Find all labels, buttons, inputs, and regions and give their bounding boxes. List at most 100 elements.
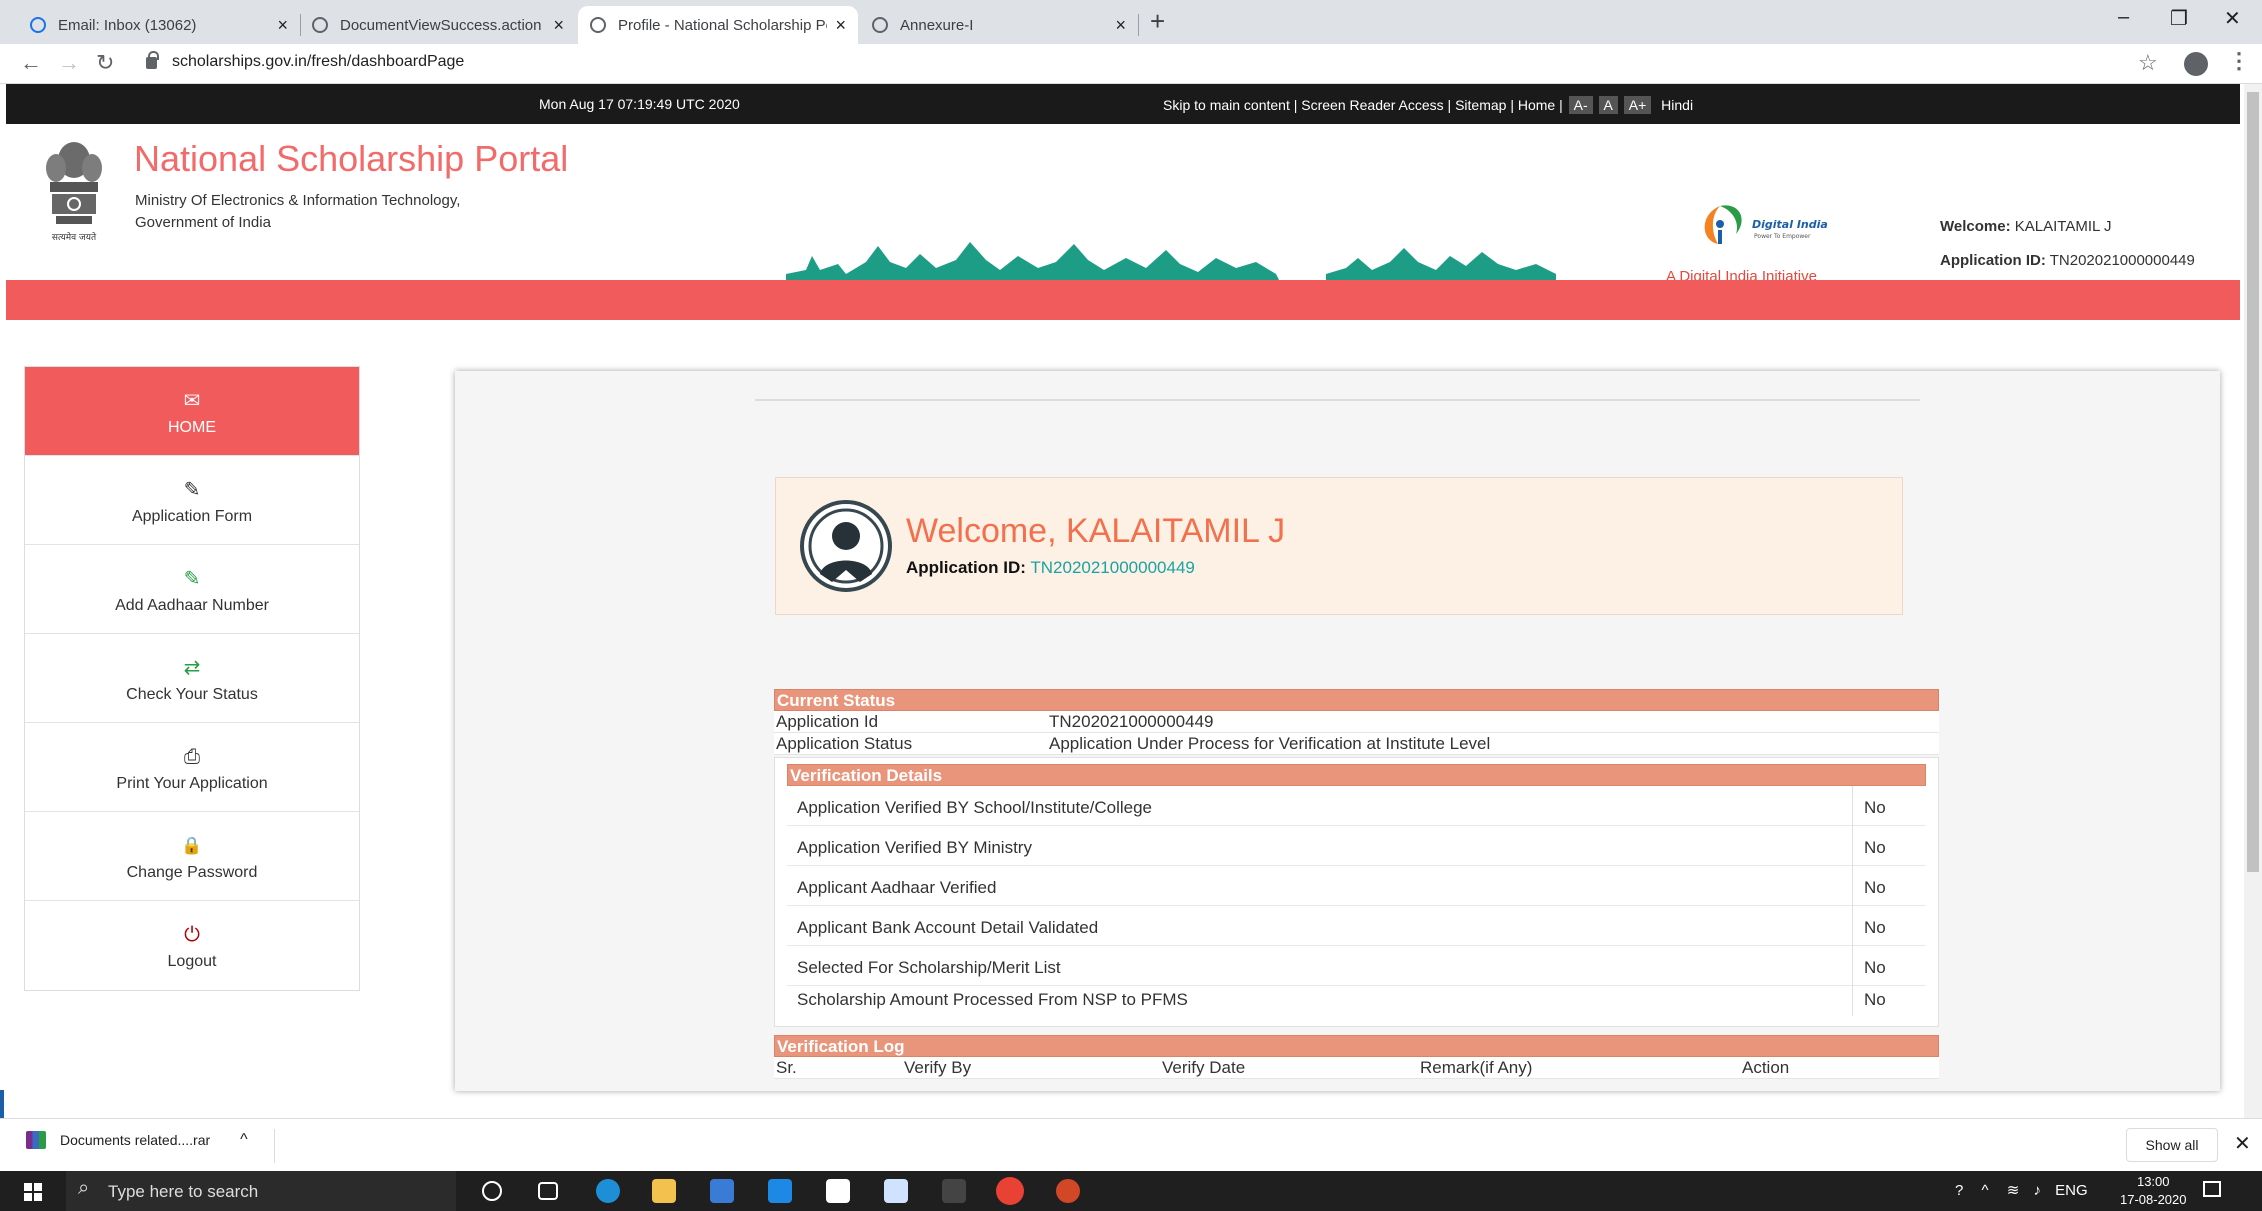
digital-india-wordmark: Digital India: [1752, 218, 1828, 231]
email-favicon-icon: [30, 17, 46, 33]
welcome-appid-label: Application ID:: [906, 558, 1026, 577]
edit-icon: ✎: [183, 568, 201, 590]
sidebar-item-check-status[interactable]: ⇄ Check Your Status: [25, 634, 359, 723]
portal-title[interactable]: National Scholarship Portal: [134, 138, 568, 180]
column-divider: [1852, 866, 1853, 906]
utility-links: Skip to main content | Screen Reader Acc…: [1163, 96, 1693, 114]
log-col-verify-by: Verify By: [904, 1058, 972, 1077]
font-normal-button[interactable]: A: [1598, 96, 1618, 114]
sidebar-item-add-aadhaar[interactable]: ✎ Add Aadhaar Number: [25, 545, 359, 634]
page-scrollbar[interactable]: [2244, 84, 2262, 1118]
account-icon[interactable]: [2184, 52, 2208, 76]
taskbar-search-placeholder: Type here to search: [108, 1182, 259, 1201]
page-viewport: Mon Aug 17 07:19:49 UTC 2020 Skip to mai…: [0, 84, 2262, 1118]
chevron-up-icon[interactable]: ^: [1982, 1182, 1989, 1199]
tab-divider: [1138, 14, 1139, 36]
tab-close-icon[interactable]: ×: [1115, 15, 1126, 36]
cortana-icon[interactable]: [482, 1181, 502, 1201]
help-icon[interactable]: ?: [1955, 1182, 1963, 1199]
browser-tab-annexure[interactable]: Annexure-I ×: [860, 6, 1138, 44]
sidebar-item-label: Print Your Application: [116, 775, 268, 792]
sidebar-item-label: Check Your Status: [126, 686, 258, 703]
chrome-icon[interactable]: [996, 1177, 1024, 1205]
tab-title: DocumentViewSuccess.action (4: [340, 16, 546, 34]
show-all-downloads-button[interactable]: Show all: [2126, 1128, 2218, 1162]
verification-value: No: [1864, 878, 1886, 897]
input-language[interactable]: ENG: [2055, 1182, 2088, 1199]
browser-tab-profile[interactable]: Profile - National Scholarship Por ×: [578, 6, 858, 44]
taskbar-search[interactable]: ⌕ Type here to search: [66, 1171, 456, 1211]
digital-india-logo: Digital India Power To Empower: [1704, 205, 1828, 244]
back-arrow-icon[interactable]: ←: [20, 50, 42, 76]
tab-close-icon[interactable]: ×: [835, 15, 846, 36]
tab-close-icon[interactable]: ×: [277, 15, 288, 36]
verification-details-header: Verification Details: [787, 764, 1926, 786]
column-divider: [1852, 986, 1853, 1016]
windows-start-icon[interactable]: [24, 1183, 42, 1201]
dropbox-icon[interactable]: [884, 1179, 908, 1203]
chevron-up-icon[interactable]: ^: [240, 1131, 248, 1149]
browser-address-bar: ← → ↻ scholarships.gov.in/fresh/dashboar…: [0, 44, 2262, 84]
log-col-remark: Remark(if Any): [1420, 1058, 1533, 1077]
browser-tab-documentview[interactable]: DocumentViewSuccess.action (4 ×: [300, 6, 576, 44]
mail-icon[interactable]: [768, 1179, 792, 1203]
globe-icon: [590, 17, 606, 33]
winrar-archive-icon: [26, 1131, 46, 1149]
scrollbar-thumb[interactable]: [2247, 92, 2259, 872]
column-divider: [1852, 826, 1853, 866]
sidebar-item-logout[interactable]: ⏻ Logout: [25, 901, 359, 990]
file-explorer-icon[interactable]: [652, 1179, 676, 1203]
log-col-verify-date: Verify Date: [1162, 1058, 1246, 1077]
taskbar-clock[interactable]: 13:00 17-08-2020: [2120, 1173, 2187, 1209]
sidebar-item-print-application[interactable]: ⎙ Print Your Application: [25, 723, 359, 812]
table-row: Application Status Application Under Pro…: [774, 733, 1939, 755]
sidebar-item-label: Change Password: [126, 864, 258, 881]
restore-button[interactable]: ❐: [2170, 6, 2188, 31]
utility-links-text[interactable]: Skip to main content | Screen Reader Acc…: [1163, 97, 1563, 113]
volume-icon[interactable]: ♪: [2033, 1182, 2041, 1199]
table-row: Selected For Scholarship/Merit List No: [787, 946, 1926, 986]
task-view-icon[interactable]: [538, 1182, 558, 1200]
sidebar-item-label: Add Aadhaar Number: [115, 597, 269, 614]
hindi-language-link[interactable]: Hindi: [1661, 97, 1693, 113]
national-emblem-icon: सत्यमेव जयते: [46, 142, 102, 243]
tab-title: Annexure-I: [900, 16, 974, 34]
reload-icon[interactable]: ↻: [96, 50, 114, 76]
new-tab-button[interactable]: +: [1150, 6, 1165, 37]
header-user-info: Welcome: KALAITAMIL J Application ID: TN…: [1940, 210, 2195, 278]
menu-kebab-icon[interactable]: ⋮: [2228, 48, 2250, 74]
globe-icon: [312, 17, 328, 33]
sidebar-item-home[interactable]: ✉ HOME: [25, 367, 359, 456]
powerpoint-icon[interactable]: [1056, 1179, 1080, 1203]
microsoft-store-icon[interactable]: [710, 1179, 734, 1203]
minimize-button[interactable]: –: [2118, 6, 2129, 29]
column-divider: [1852, 786, 1853, 826]
screen: Email: Inbox (13062) × DocumentViewSucce…: [0, 0, 2262, 1211]
app-icon[interactable]: [942, 1179, 966, 1203]
status-key: Application Id: [776, 712, 879, 731]
notification-icon[interactable]: [2203, 1181, 2221, 1197]
browser-tab-email[interactable]: Email: Inbox (13062) ×: [18, 6, 300, 44]
avatar-icon: [800, 500, 892, 592]
font-increase-button[interactable]: A+: [1623, 96, 1652, 114]
exchange-icon: ⇄: [183, 657, 201, 679]
url-field[interactable]: scholarships.gov.in/fresh/dashboardPage: [172, 53, 464, 71]
wifi-icon[interactable]: ≋: [2007, 1182, 2020, 1199]
amazon-icon[interactable]: [826, 1179, 850, 1203]
sidebar-item-change-password[interactable]: 🔒 Change Password: [25, 812, 359, 901]
browser-tabstrip: Email: Inbox (13062) × DocumentViewSucce…: [0, 0, 2262, 44]
site-header: सत्यमेव जयते National Scholarship Portal…: [6, 124, 2240, 294]
bookmark-star-icon[interactable]: ☆: [2138, 50, 2158, 76]
close-window-button[interactable]: ✕: [2224, 6, 2241, 31]
globe-icon: [872, 17, 888, 33]
ministry-name: Ministry Of Electronics & Information Te…: [135, 190, 460, 234]
font-decrease-button[interactable]: A-: [1568, 96, 1593, 114]
welcome-heading: Welcome, KALAITAMIL J: [906, 512, 1286, 550]
tab-close-icon[interactable]: ×: [553, 15, 564, 36]
forward-arrow-icon[interactable]: →: [58, 50, 80, 76]
table-row: Scholarship Amount Processed From NSP to…: [787, 986, 1926, 1016]
sidebar-item-application-form[interactable]: ✎ Application Form: [25, 456, 359, 545]
close-download-bar-icon[interactable]: ✕: [2234, 1131, 2251, 1156]
download-item[interactable]: Documents related....rar ^: [26, 1131, 248, 1149]
edge-browser-icon[interactable]: [596, 1179, 620, 1203]
